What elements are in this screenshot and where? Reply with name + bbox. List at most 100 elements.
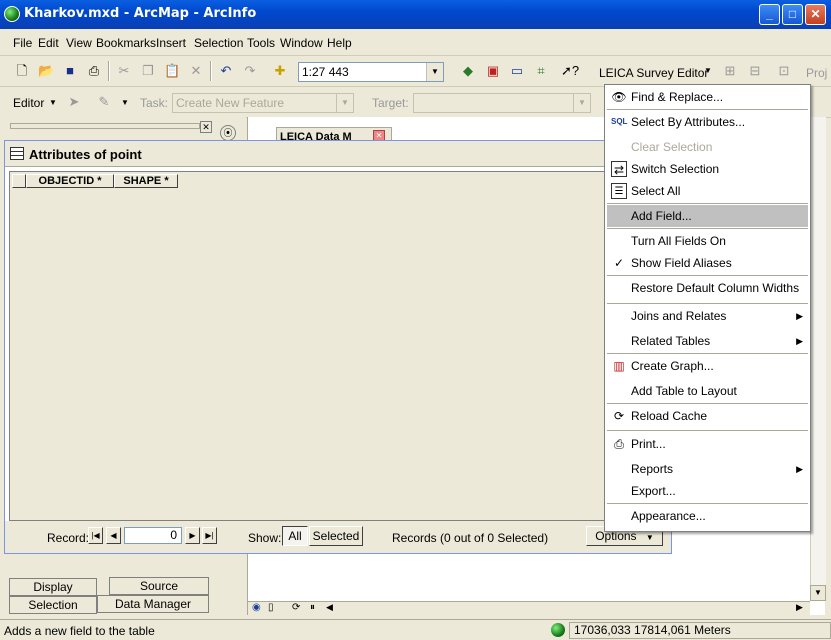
menu-bookmarks[interactable]: Bookmarks xyxy=(96,36,156,50)
open-folder-icon[interactable]: 📂 xyxy=(38,63,54,79)
map-scale-value: 1:27 443 xyxy=(302,65,349,79)
redo-icon[interactable]: ↷ xyxy=(242,63,258,79)
attribute-table-grid[interactable]: OBJECTID * SHAPE * xyxy=(9,171,669,521)
leica-tool-icon[interactable]: ⊟ xyxy=(747,63,763,79)
sketch-pencil-icon[interactable]: ✎ xyxy=(96,94,112,110)
menu-separator xyxy=(607,275,808,276)
arctoolbox-icon[interactable]: ▣ xyxy=(485,63,501,79)
chevron-down-icon[interactable]: ▼ xyxy=(426,63,443,81)
submenu-arrow-icon: ▶ xyxy=(796,464,803,474)
menu-item-joins-and-relates[interactable]: Joins and Relates ▶ xyxy=(607,305,808,327)
model-builder-icon[interactable]: ⌗ xyxy=(533,63,549,79)
proj-label[interactable]: Proj xyxy=(806,66,827,80)
delete-icon[interactable]: ✕ xyxy=(188,63,204,79)
map-vertical-scrollbar[interactable] xyxy=(810,117,826,601)
tab-selection[interactable]: Selection xyxy=(9,596,97,614)
coordinate-readout: 17036,033 17814,061 Meters xyxy=(569,622,831,639)
maximize-button[interactable]: □ xyxy=(782,4,803,25)
menu-bar: File Edit View Bookmarks Insert Selectio… xyxy=(0,29,831,56)
menu-item-appearance[interactable]: Appearance... xyxy=(607,505,808,527)
menu-selection[interactable]: Selection xyxy=(194,36,243,50)
tab-source[interactable]: Source xyxy=(109,577,209,595)
pan-tool-icon[interactable]: ⦿ xyxy=(220,125,236,141)
row-selector-header[interactable] xyxy=(12,174,26,188)
leica-tool-icon[interactable]: ⊞ xyxy=(722,63,738,79)
scroll-right-arrow-icon[interactable]: ▶ xyxy=(796,602,803,613)
last-record-icon[interactable]: ▶| xyxy=(202,527,217,544)
menu-item-restore-column-widths[interactable]: Restore Default Column Widths xyxy=(607,277,808,299)
save-icon[interactable]: ■ xyxy=(62,63,78,79)
new-document-icon[interactable]: 🗋 xyxy=(14,63,30,79)
menu-item-show-field-aliases[interactable]: ✓ Show Field Aliases xyxy=(607,252,808,274)
paste-icon[interactable]: 📋 xyxy=(164,63,180,79)
menu-item-switch-selection[interactable]: ⇄ Switch Selection xyxy=(607,158,808,180)
menu-file[interactable]: File xyxy=(13,36,32,50)
menu-item-create-graph[interactable]: ▥ Create Graph... xyxy=(607,355,808,377)
first-record-icon[interactable]: |◀ xyxy=(88,527,103,544)
reload-icon: ⟳ xyxy=(613,409,625,423)
chevron-down-icon[interactable]: ▼ xyxy=(336,94,353,112)
menu-item-add-field[interactable]: Add Field... xyxy=(607,205,808,227)
column-header-objectid[interactable]: OBJECTID * xyxy=(26,174,114,188)
chevron-down-icon[interactable]: ▼ xyxy=(117,95,133,111)
menu-edit[interactable]: Edit xyxy=(38,36,59,50)
chevron-down-icon[interactable]: ▼ xyxy=(573,94,590,112)
menu-item-find-replace[interactable]: 👁 Find & Replace... xyxy=(607,86,808,108)
layout-view-icon[interactable]: ▯ xyxy=(268,602,274,613)
menu-item-print[interactable]: ⎙ Print... xyxy=(607,433,808,455)
submenu-arrow-icon: ▶ xyxy=(796,311,803,321)
close-icon[interactable]: ✕ xyxy=(200,121,212,133)
minimize-button[interactable]: _ xyxy=(759,4,780,25)
leica-tool-icon[interactable]: ⊡ xyxy=(776,63,792,79)
show-selected-button[interactable]: Selected xyxy=(309,526,363,546)
refresh-icon[interactable]: ⟳ xyxy=(292,602,300,613)
menu-item-select-all[interactable]: ☰ Select All xyxy=(607,180,808,202)
menu-tools[interactable]: Tools xyxy=(247,36,275,50)
map-scale-combo[interactable]: 1:27 443 ▼ xyxy=(298,62,444,82)
scroll-down-arrow-icon[interactable]: ▼ xyxy=(810,585,826,601)
toc-scroll-track[interactable] xyxy=(10,123,200,129)
menu-separator xyxy=(607,403,808,404)
whats-this-help-icon[interactable]: ➚? xyxy=(561,63,579,79)
chevron-down-icon[interactable]: ▼ xyxy=(45,95,61,111)
editor-menu[interactable]: Editor xyxy=(13,96,44,110)
tab-data-manager[interactable]: Data Manager xyxy=(97,595,209,613)
command-line-icon[interactable]: ▭ xyxy=(509,63,525,79)
menu-insert[interactable]: Insert xyxy=(156,36,186,50)
record-number-input[interactable]: 0 xyxy=(124,527,182,544)
scroll-left-arrow-icon[interactable]: ◀ xyxy=(326,602,333,613)
menu-item-export[interactable]: Export... xyxy=(607,480,808,502)
edit-tool-arrow-icon[interactable]: ➤ xyxy=(66,94,82,110)
close-button[interactable]: ✕ xyxy=(805,4,826,25)
menu-item-select-by-attributes[interactable]: SQL Select By Attributes... xyxy=(607,111,808,133)
menu-help[interactable]: Help xyxy=(327,36,352,50)
leica-survey-editor-label[interactable]: LEICA Survey Editor xyxy=(599,66,708,80)
menu-item-reload-cache[interactable]: ⟳ Reload Cache xyxy=(607,405,808,427)
table-icon xyxy=(10,147,24,160)
standard-toolbar: 🗋 📂 ■ ⎙ ✂ ❐ 📋 ✕ ↶ ↷ ✚ 1:27 443 ▼ ◆ ▣ ▭ ⌗… xyxy=(0,57,831,87)
data-view-icon[interactable]: ◉ xyxy=(252,602,261,613)
tab-display[interactable]: Display xyxy=(9,578,97,596)
menu-separator xyxy=(607,228,808,229)
editor-toolbar-icon[interactable]: ◆ xyxy=(460,63,476,79)
menu-item-add-table-to-layout[interactable]: Add Table to Layout xyxy=(607,380,808,402)
show-all-button[interactable]: All xyxy=(282,526,308,546)
cut-icon[interactable]: ✂ xyxy=(116,63,132,79)
target-combo[interactable]: ▼ xyxy=(413,93,591,113)
menu-item-reports[interactable]: Reports ▶ xyxy=(607,458,808,480)
next-record-icon[interactable]: ▶ xyxy=(185,527,200,544)
previous-record-icon[interactable]: ◀ xyxy=(106,527,121,544)
menu-item-turn-all-fields-on[interactable]: Turn All Fields On xyxy=(607,230,808,252)
pause-icon[interactable]: ⏸ xyxy=(310,602,315,613)
chevron-down-icon[interactable]: ▼ xyxy=(700,63,716,79)
task-combo[interactable]: Create New Feature ▼ xyxy=(172,93,354,113)
add-data-icon[interactable]: ✚ xyxy=(272,63,288,79)
menu-item-related-tables[interactable]: Related Tables ▶ xyxy=(607,330,808,352)
column-header-shape[interactable]: SHAPE * xyxy=(114,174,178,188)
copy-icon[interactable]: ❐ xyxy=(140,63,156,79)
menu-item-clear-selection[interactable]: Clear Selection xyxy=(607,136,808,158)
menu-window[interactable]: Window xyxy=(280,36,323,50)
menu-view[interactable]: View xyxy=(66,36,92,50)
print-icon[interactable]: ⎙ xyxy=(86,63,102,79)
undo-icon[interactable]: ↶ xyxy=(218,63,234,79)
